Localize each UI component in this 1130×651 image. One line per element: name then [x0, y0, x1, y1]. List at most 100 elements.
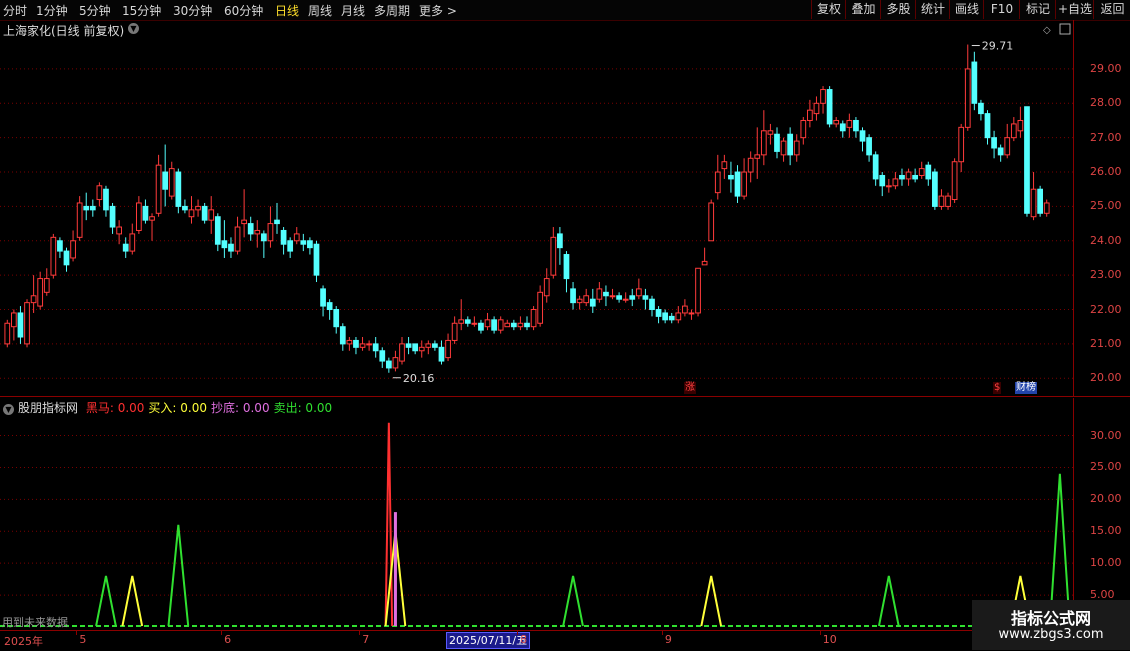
indicator-tick-label: 15.00: [1090, 524, 1122, 538]
candle-body: [1017, 119, 1024, 132]
candle-body: [208, 209, 215, 221]
candle-body: [135, 202, 142, 231]
candle-body: [346, 339, 353, 345]
candle-body: [353, 339, 359, 348]
indicator-legend-item: 卖出: 0.00: [273, 401, 333, 415]
chevron-down-icon[interactable]: ▼: [3, 404, 14, 415]
candle-body: [793, 140, 800, 156]
candle-body: [675, 312, 682, 321]
candle-body: [701, 260, 708, 266]
candle-body: [984, 113, 991, 139]
chart-canvas[interactable]: 29.71 20.16 ◇: [0, 0, 1130, 650]
candle-body: [451, 322, 458, 341]
candle-body: [287, 240, 294, 252]
zhang-badge[interactable]: 涨: [684, 382, 696, 394]
year-label: 2025年: [4, 635, 43, 648]
price-axis: 20.00 21.00 22.00 23.00 24.00 25.00 26.00 27.00…: [1073, 20, 1130, 396]
candle-body: [385, 360, 392, 369]
candle-body: [510, 322, 517, 328]
price-tick-label: 28.00: [1090, 96, 1122, 110]
candle-body: [616, 295, 622, 300]
candle-body: [103, 188, 109, 211]
stock-title: 上海家化(日线 前复权): [3, 24, 125, 38]
price-tick-label: 24.00: [1090, 233, 1122, 247]
candle-body: [221, 240, 228, 249]
indicator-tick-label: 10.00: [1090, 556, 1122, 570]
price-tick-label: 20.00: [1090, 371, 1122, 385]
candle-body: [932, 171, 938, 207]
candle-body: [168, 168, 175, 197]
candle-body: [241, 219, 247, 225]
candle-body: [458, 319, 465, 324]
chevron-down-icon[interactable]: ▼: [128, 23, 139, 34]
candle-body: [129, 233, 136, 252]
indicator-peak: [877, 575, 900, 627]
price-tick-label: 25.00: [1090, 199, 1122, 213]
candle-body: [89, 205, 96, 211]
candle-body: [405, 343, 412, 348]
candle-body: [497, 319, 504, 331]
candle-body: [307, 240, 313, 249]
candle-body: [339, 326, 346, 345]
candle-body: [524, 322, 530, 328]
candle-body: [280, 229, 287, 245]
candle-body: [530, 309, 537, 328]
indicator-name: 股朋指标网: [18, 401, 79, 415]
candle-body: [57, 240, 63, 252]
future-data-note: 用到未来数据: [2, 616, 68, 629]
candle-body: [247, 223, 254, 235]
watermark: 指标公式网 www.zbgs3.com: [972, 600, 1130, 650]
candle-body: [892, 178, 899, 187]
candle-body: [747, 157, 754, 173]
candle-body: [372, 343, 379, 352]
dollar-badge[interactable]: $: [993, 382, 1002, 394]
candle-body: [728, 174, 734, 180]
candle-body: [774, 133, 780, 152]
candle-body: [991, 137, 997, 149]
candle-body: [366, 343, 372, 346]
candle-body: [43, 278, 50, 293]
candle-body: [780, 140, 787, 156]
candle-body: [464, 319, 471, 324]
candle-body: [662, 312, 669, 321]
price-tick-label: 21.00: [1090, 336, 1122, 350]
price-tick-label: 22.00: [1090, 302, 1122, 316]
candle-body: [925, 164, 932, 180]
month-label: 9: [664, 633, 672, 646]
candle-body: [918, 168, 925, 176]
candle-body: [596, 288, 603, 300]
candle-body: [859, 130, 866, 142]
indicator-tick-label: 25.00: [1090, 460, 1122, 474]
candle-body: [754, 154, 761, 159]
candle-body: [17, 312, 24, 338]
candle-body: [274, 219, 280, 225]
pane-divider[interactable]: [0, 396, 1130, 397]
candle-body: [576, 298, 583, 304]
extreme-price-label: 29.71: [982, 40, 1014, 53]
candle-body: [945, 195, 951, 207]
candle-body: [1037, 188, 1044, 214]
candle-body: [589, 298, 596, 307]
candle-body: [826, 89, 833, 125]
panel-toggle-icon: [1059, 23, 1071, 35]
candle-body: [399, 343, 405, 362]
candle-body: [543, 278, 550, 297]
candle-body: [392, 357, 399, 369]
candle-body: [958, 126, 965, 163]
candle-body: [182, 205, 188, 211]
month-label: 8: [520, 633, 528, 646]
caibang-badge[interactable]: 财榜: [1015, 382, 1037, 394]
indicator-legend: ▼ 股朋指标网 黑马: 0.00 买入: 0.00 抄底: 0.00 卖出: 0.00: [3, 399, 336, 416]
candle-body: [557, 233, 563, 249]
indicator-peak: [562, 575, 584, 627]
candle-body: [228, 243, 234, 252]
price-tick-label: 29.00: [1090, 61, 1122, 75]
candle-body: [642, 295, 649, 300]
indicator-tick-label: 20.00: [1090, 492, 1122, 506]
candle-body: [30, 295, 37, 304]
candle-body: [418, 346, 425, 352]
candle-body: [175, 171, 182, 207]
candle-body: [484, 319, 491, 328]
indicator-legend-item: 抄底: 0.00: [211, 401, 270, 415]
indicator-legend-item: 黑马: 0.00: [85, 401, 145, 415]
